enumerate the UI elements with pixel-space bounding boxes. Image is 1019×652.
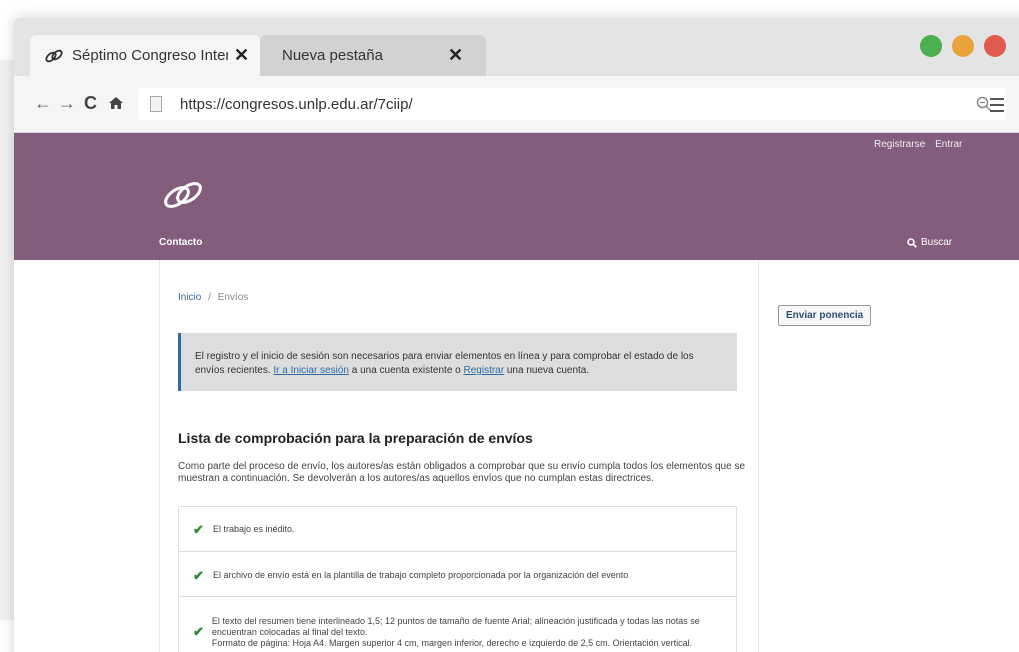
tab-active[interactable]: Séptimo Congreso Intern ✕ xyxy=(30,35,260,76)
checklist-item-text: El texto del resumen tiene interlineado … xyxy=(212,616,722,649)
register-link[interactable]: Registrarse xyxy=(874,139,925,150)
breadcrumb-home-link[interactable]: Inicio xyxy=(178,292,201,303)
list-item: ✔ El texto del resumen tiene interlinead… xyxy=(179,597,736,652)
forward-arrow-icon[interactable]: → xyxy=(58,93,76,114)
breadcrumb-current: Envíos xyxy=(217,292,249,303)
home-icon[interactable] xyxy=(108,96,124,110)
search-icon xyxy=(907,237,917,248)
nav-contact[interactable]: Contacto xyxy=(159,237,202,248)
page-icon xyxy=(150,96,162,112)
tab-title: Nueva pestaña xyxy=(282,47,383,64)
register-link[interactable]: Registrar xyxy=(464,365,505,376)
login-link[interactable]: Entrar xyxy=(935,139,962,150)
search-label: Buscar xyxy=(921,237,953,248)
page-content: Inicio / Envíos El registro y el inicio … xyxy=(14,260,1019,652)
main-column: Inicio / Envíos El registro y el inicio … xyxy=(159,260,759,652)
checklist-item-text: El trabajo es inédito. xyxy=(213,524,295,534)
list-item: ✔ El archivo de envío está en la plantil… xyxy=(179,552,736,597)
login-notice: El registro y el inicio de sesión son ne… xyxy=(178,333,737,391)
reload-icon[interactable]: C xyxy=(84,93,97,114)
close-icon[interactable]: ✕ xyxy=(448,45,463,66)
checklist-item-line: Formato de página: Hoja A4. Margen super… xyxy=(211,638,693,648)
breadcrumb-separator: / xyxy=(208,292,211,303)
checkmark-icon: ✔ xyxy=(193,522,204,537)
sidebar: Enviar ponencia xyxy=(759,260,1019,652)
login-link[interactable]: Ir a Iniciar sesión xyxy=(273,365,349,376)
checklist: ✔ El trabajo es inédito. ✔ El archivo de… xyxy=(178,506,737,652)
checklist-intro: Como parte del proceso de envío, los aut… xyxy=(178,461,746,484)
notice-text-middle: a una cuenta existente o xyxy=(348,365,464,376)
list-item: ✔ El trabajo es inédito. xyxy=(179,507,736,552)
browser-window: Séptimo Congreso Intern ✕ Nueva pestaña … xyxy=(14,18,1019,652)
checklist-item-text: El archivo de envío está en la plantilla… xyxy=(213,570,629,580)
window-controls xyxy=(920,35,1006,57)
close-dot[interactable] xyxy=(984,35,1006,57)
screenshot-stage: Séptimo Congreso Intern ✕ Nueva pestaña … xyxy=(0,0,1019,652)
checkmark-icon: ✔ xyxy=(193,624,204,639)
address-bar[interactable]: https://congresos.unlp.edu.ar/7ciip/ xyxy=(138,88,1006,120)
tab-strip: Séptimo Congreso Intern ✕ Nueva pestaña … xyxy=(14,18,1019,76)
link-icon xyxy=(45,49,63,62)
site-logo[interactable] xyxy=(158,175,208,215)
submit-paper-button[interactable]: Enviar ponencia xyxy=(778,305,872,326)
site-header: Registrarse Entrar Contacto Buscar xyxy=(14,133,1019,260)
address-toolbar: ← → C https://congresos.unlp.edu.ar/7cii… xyxy=(14,76,1019,133)
back-arrow-icon[interactable]: ← xyxy=(34,93,52,114)
breadcrumb: Inicio / Envíos xyxy=(178,292,248,303)
maximize-dot[interactable] xyxy=(920,35,942,57)
checklist-item-line: El texto del resumen tiene interlineado … xyxy=(211,616,700,637)
minimize-dot[interactable] xyxy=(952,35,974,57)
user-links: Registrarse Entrar xyxy=(874,139,962,150)
tab-title: Séptimo Congreso Intern xyxy=(72,47,228,64)
search-link[interactable]: Buscar xyxy=(907,237,952,248)
tab-new[interactable]: Nueva pestaña ✕ xyxy=(260,35,486,76)
checkmark-icon: ✔ xyxy=(193,568,204,583)
notice-text-after: una nueva cuenta. xyxy=(504,365,590,376)
hamburger-menu-icon[interactable] xyxy=(990,98,1004,116)
close-icon[interactable]: ✕ xyxy=(234,45,249,66)
checklist-title: Lista de comprobación para la preparació… xyxy=(178,430,533,446)
url-text[interactable]: https://congresos.unlp.edu.ar/7ciip/ xyxy=(180,96,976,113)
